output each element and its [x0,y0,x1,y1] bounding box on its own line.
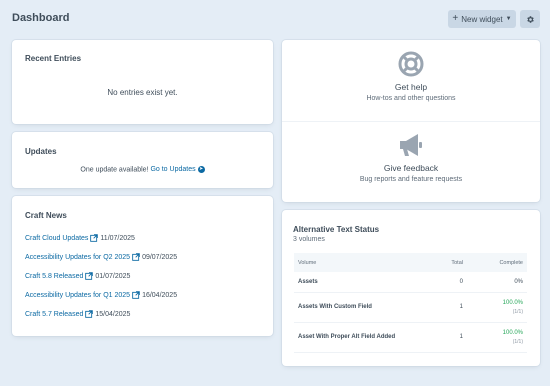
news-item: Accessibility Updates for Q2 2025 09/07/2… [25,253,177,272]
settings-button[interactable] [520,10,540,28]
updates-title: Updates [25,147,57,156]
cell-complete: 100.0% (1/1) [467,292,527,323]
cell-volume: Assets [294,272,417,293]
table-row: Asset With Proper Alt Field Added 1 100.… [294,322,527,353]
complete-fraction: (1/1) [512,308,523,315]
external-link-icon [85,310,94,318]
get-help-subtitle: How-tos and other questions [366,95,456,102]
alt-text-status-widget: Alternative Text Status 3 volumes Volume… [282,210,540,366]
alt-text-status-table: Volume Total Complete Assets 0 0% Assets… [294,253,527,353]
craft-news-title: Craft News [25,211,67,220]
give-feedback-option[interactable]: Give feedback Bug reports and feature re… [282,131,540,201]
plus-icon: + [452,13,459,24]
arrow-right-circle-icon: ➤ [197,166,205,173]
lifebuoy-icon [398,51,424,77]
chevron-down-icon: ▼ [505,16,512,22]
get-help-option[interactable]: Get help How-tos and other questions [282,50,540,120]
news-item: Craft 5.7 Released 15/04/2025 [25,310,177,329]
table-row: Assets With Custom Field 1 100.0% (1/1) [294,292,527,323]
complete-fraction: (1/1) [512,338,523,345]
gear-icon [526,15,534,23]
updates-widget: Updates One update available! Go to Upda… [12,132,273,188]
go-to-updates-link[interactable]: Go to Updates ➤ [150,166,205,174]
news-item-link[interactable]: Craft Cloud Updates [25,235,88,242]
news-item-link[interactable]: Accessibility Updates for Q1 2025 [25,292,130,299]
updates-message: One update available! [80,166,149,174]
column-header-total: Total [417,253,467,272]
recent-entries-title: Recent Entries [25,54,82,63]
column-header-complete: Complete [467,253,527,272]
cell-complete: 0% [467,272,527,293]
external-link-icon [90,234,99,242]
table-row: Assets 0 0% [294,272,527,293]
news-item: Accessibility Updates for Q1 2025 16/04/2… [25,291,177,310]
go-to-updates-label: Go to Updates [150,166,196,174]
give-feedback-subtitle: Bug reports and feature requests [359,176,463,183]
updates-message-line: One update available! Go to Updates ➤ [12,166,273,173]
give-feedback-title: Give feedback [383,163,439,173]
get-help-title: Get help [394,82,428,92]
news-item-link[interactable]: Craft 5.8 Released [25,273,83,280]
news-item-date: 11/07/2025 [100,234,135,242]
recent-entries-widget: Recent Entries No entries exist yet. [12,40,273,124]
new-widget-label: New widget [461,14,503,24]
external-link-icon [132,291,140,299]
external-link-icon [132,253,140,261]
news-item-date: 15/04/2025 [95,310,131,318]
megaphone-icon [400,134,422,156]
craft-news-list: Craft Cloud Updates 11/07/2025 Accessibil… [25,234,177,329]
alt-text-status-subtitle: 3 volumes [293,236,325,243]
news-item-link[interactable]: Accessibility Updates for Q2 2025 [25,254,130,261]
cell-volume: Asset With Proper Alt Field Added [294,322,417,353]
new-widget-button[interactable]: + New widget ▼ [448,10,516,28]
news-item-date: 09/07/2025 [142,253,178,261]
cell-total: 0 [417,272,467,293]
news-item: Craft Cloud Updates 11/07/2025 [25,234,177,253]
help-feedback-widget: Get help How-tos and other questions Giv… [282,40,540,202]
divider [282,121,540,122]
cell-total: 1 [417,292,467,323]
news-item-date: 16/04/2025 [142,291,178,299]
cell-total: 1 [417,322,467,353]
complete-percent: 0% [514,278,523,285]
page-title: Dashboard [12,12,70,24]
cell-complete: 100.0% (1/1) [467,322,527,353]
column-header-volume: Volume [294,253,417,272]
news-item-date: 01/07/2025 [95,272,131,280]
complete-percent: 100.0% [502,299,523,306]
external-link-icon [85,272,94,280]
news-item-link[interactable]: Craft 5.7 Released [25,311,83,318]
news-item: Craft 5.8 Released 01/07/2025 [25,272,177,291]
table-header-row: Volume Total Complete [294,253,527,272]
alt-text-status-title: Alternative Text Status [293,225,380,234]
cell-volume: Assets With Custom Field [294,292,417,323]
craft-news-widget: Craft News Craft Cloud Updates 11/07/2025… [12,196,273,336]
complete-percent: 100.0% [502,329,523,336]
recent-entries-empty-message: No entries exist yet. [107,88,178,97]
